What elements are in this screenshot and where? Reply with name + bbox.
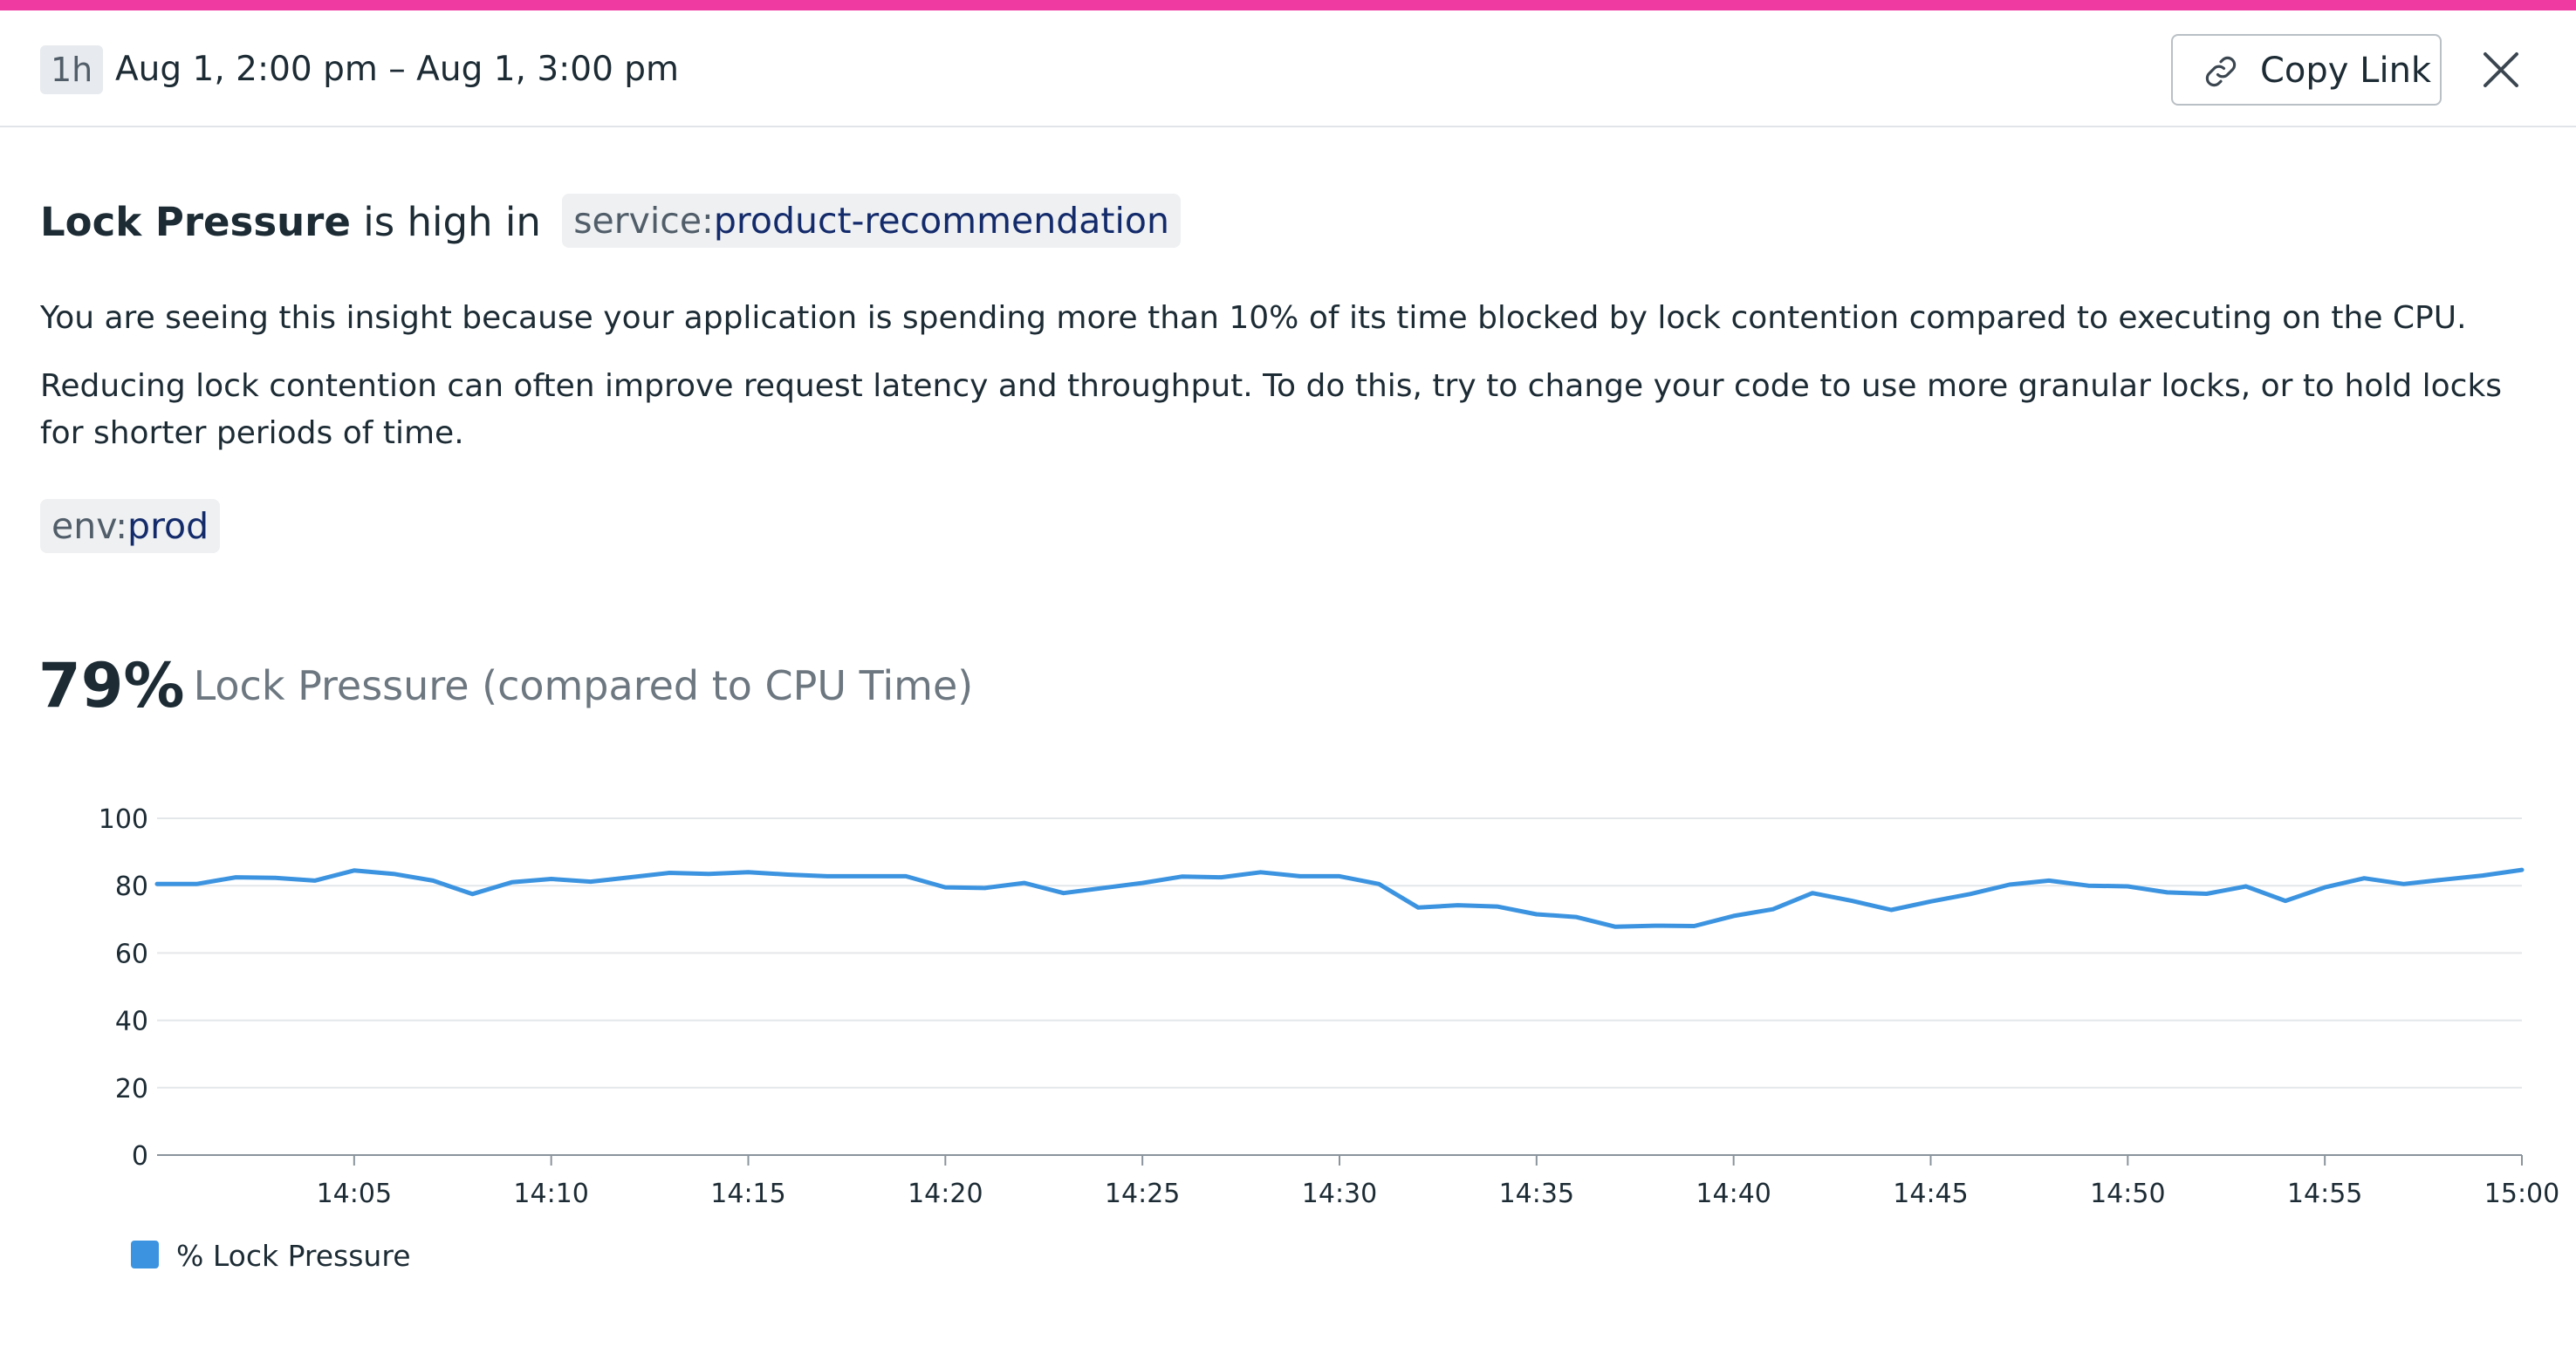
x-tick-label: 14:20 (908, 1179, 983, 1209)
metric-summary: 79% Lock Pressure (compared to CPU Time) (38, 642, 973, 729)
x-tick-label: 14:55 (2287, 1179, 2362, 1209)
x-tick-label: 14:45 (1893, 1179, 1968, 1209)
env-tag-key: env: (51, 505, 128, 547)
insight-explanation: You are seeing this insight because your… (40, 300, 2467, 336)
x-tick-label: 14:40 (1696, 1179, 1771, 1209)
series-line-lock-pressure (154, 867, 2525, 929)
close-icon[interactable] (2477, 45, 2525, 94)
x-tick-label: 14:10 (513, 1179, 588, 1209)
service-tag-value: product-recommendation (713, 200, 1169, 242)
time-range-text[interactable]: Aug 1, 2:00 pm – Aug 1, 3:00 pm (115, 45, 679, 94)
y-tick-label: 20 (115, 1074, 148, 1104)
y-tick-label: 60 (115, 939, 148, 969)
title-suffix: is high in (363, 199, 541, 245)
insight-recommendation: Reducing lock contention can often impro… (40, 368, 2503, 451)
metric-value: 79% (38, 650, 185, 721)
lock-pressure-chart: 0 20 40 60 80 100 14:05 14:10 14:15 14:20 14:25 14:… (99, 804, 2560, 1209)
service-tag[interactable]: service:product-recommendation (562, 194, 1181, 248)
x-tick-label: 14:50 (2090, 1179, 2165, 1209)
x-tick-label: 14:05 (317, 1179, 392, 1209)
legend-label: % Lock Pressure (176, 1239, 411, 1273)
insight-title: Lock Pressure is high in service:product… (40, 194, 1181, 251)
service-tag-key: service: (573, 200, 714, 242)
env-tag-value: prod (127, 505, 209, 547)
x-tick-label: 15:00 (2484, 1179, 2559, 1209)
y-tick-label: 40 (115, 1007, 148, 1037)
x-tick-label: 14:25 (1105, 1179, 1180, 1209)
link-icon (2205, 56, 2237, 87)
x-tick-label: 14:30 (1302, 1179, 1377, 1209)
env-tag[interactable]: env:prod (40, 499, 221, 553)
copy-link-button[interactable]: Copy Link (2171, 34, 2442, 106)
legend-swatch (131, 1241, 159, 1268)
y-tick-label: 0 (132, 1141, 148, 1172)
y-tick-label: 80 (115, 872, 148, 902)
accent-bar (0, 0, 2576, 10)
copy-link-label: Copy Link (2260, 51, 2432, 91)
panel-header: 1h Aug 1, 2:00 pm – Aug 1, 3:00 pm Copy … (0, 10, 2576, 127)
x-tick-label: 14:35 (1499, 1179, 1574, 1209)
y-tick-label: 100 (99, 804, 148, 835)
metric-description: Lock Pressure (compared to CPU Time) (193, 662, 974, 709)
time-range-badge[interactable]: 1h (40, 45, 104, 94)
metric-name: Lock Pressure (40, 199, 351, 245)
x-tick-label: 14:15 (710, 1179, 785, 1209)
